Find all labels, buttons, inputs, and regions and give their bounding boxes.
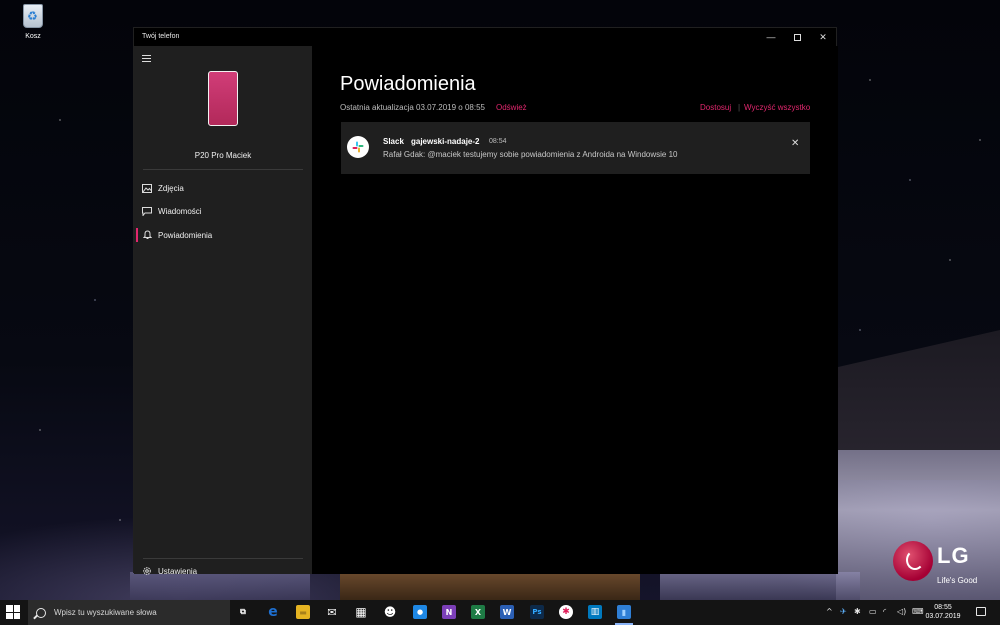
task-view-icon[interactable]: ⧉ <box>236 605 250 619</box>
sidebar-item-label: Ustawienia <box>158 566 198 576</box>
minimize-button[interactable]: — <box>758 28 784 46</box>
photos-icon <box>142 183 152 193</box>
wallpaper-pier <box>340 572 640 600</box>
your-phone-icon[interactable]: ▮ <box>617 605 631 619</box>
excel-icon[interactable]: X <box>471 605 485 619</box>
sidebar-item-settings[interactable]: Ustawienia <box>134 564 312 578</box>
desktop-recycle-bin[interactable]: Kosz <box>16 4 50 40</box>
lg-logo-text: LG <box>937 543 970 568</box>
onenote-icon[interactable]: N <box>442 605 456 619</box>
sidebar: P20 Pro Maciek Zdjęcia Wiadomości Powiad… <box>134 46 312 576</box>
device-name: P20 Pro Maciek <box>194 151 252 160</box>
lg-tagline: Life's Good <box>937 576 978 585</box>
edge-icon[interactable]: e <box>266 604 280 620</box>
notifications-pane: Powiadomienia Ostatnia aktualizacja 03.0… <box>312 46 838 574</box>
last-updated-text: Ostatnia aktualizacja 03.07.2019 o 08:55 <box>340 103 485 112</box>
sidebar-item-label: Wiadomości <box>158 206 202 216</box>
action-center-icon[interactable] <box>976 607 986 616</box>
sidebar-item-photos[interactable]: Zdjęcia <box>134 178 312 198</box>
sidebar-item-label: Zdjęcia <box>158 183 184 193</box>
people-icon[interactable]: ☻ <box>383 605 397 619</box>
file-explorer-icon[interactable]: ▬ <box>296 605 310 619</box>
notification-channel: gajewski-nadaje-2 <box>411 137 480 146</box>
taskbar-search-box[interactable]: Wpisz tu wyszukiwane słowa <box>28 600 230 625</box>
hamburger-menu-icon[interactable] <box>142 55 151 64</box>
window-titlebar[interactable]: Twój telefon — ✕ <box>134 28 836 46</box>
clock-time: 08:55 <box>934 604 952 611</box>
lg-logo-icon <box>893 541 933 581</box>
taskbar-clock[interactable]: 08:55 03.07.2019 <box>922 603 964 621</box>
sidebar-divider <box>143 169 303 170</box>
messages-icon <box>142 206 152 216</box>
sidebar-item-messages[interactable]: Wiadomości <box>134 201 312 221</box>
bell-icon <box>142 230 152 240</box>
word-icon[interactable]: W <box>500 605 514 619</box>
slack-tray-icon[interactable]: ✱ <box>854 607 861 616</box>
notification-app-name: Slack <box>383 137 404 146</box>
dismiss-notification-button[interactable]: ✕ <box>791 138 799 149</box>
trello-icon[interactable]: ▥ <box>588 605 602 619</box>
your-phone-window: Twój telefon — ✕ P20 Pro Maciek Zdjęcia … <box>133 27 838 576</box>
start-button[interactable] <box>6 605 20 619</box>
calendar-icon[interactable]: ▦ <box>354 605 368 619</box>
window-title: Twój telefon <box>142 33 180 40</box>
mail-icon[interactable]: ✉ <box>325 605 339 619</box>
show-hidden-icons-button[interactable]: ^ <box>826 607 833 616</box>
recycle-bin-icon <box>23 4 43 28</box>
clock-date: 03.07.2019 <box>925 613 961 620</box>
sidebar-item-label: Powiadomienia <box>158 230 213 240</box>
recycle-bin-label: Kosz <box>25 33 41 40</box>
refresh-link[interactable]: Odśwież <box>496 103 527 112</box>
wallpaper-ground-right <box>660 572 860 600</box>
page-title: Powiadomienia <box>340 73 476 95</box>
network-icon[interactable]: ◜ <box>883 607 886 616</box>
telegram-tray-icon[interactable]: ✈ <box>840 607 847 616</box>
link-separator: | <box>738 103 741 112</box>
photoshop-icon[interactable]: Ps <box>530 605 544 619</box>
search-icon <box>36 607 46 618</box>
search-placeholder: Wpisz tu wyszukiwane słowa <box>54 608 157 617</box>
maximize-icon <box>793 33 801 41</box>
taskbar: Wpisz tu wyszukiwane słowa ⧉ e ▬ ✉ ▦ ☻ ●… <box>0 600 1000 625</box>
lg-logo: LG Life's Good <box>893 537 993 589</box>
close-window-button[interactable]: ✕ <box>810 28 836 46</box>
slack-icon[interactable]: ✱ <box>559 605 573 619</box>
sidebar-divider <box>143 558 303 559</box>
notification-card[interactable]: Slack gajewski-nadaje-2 08:54 Rafał Gdak… <box>341 122 810 174</box>
customize-link[interactable]: Dostosuj <box>700 103 731 112</box>
phone-device-icon <box>208 71 238 126</box>
battery-icon[interactable]: ▭ <box>869 607 877 616</box>
sidebar-item-notifications[interactable]: Powiadomienia <box>134 225 312 245</box>
slack-icon <box>347 136 369 158</box>
notification-body: Rafał Gdak: @maciek testujemy sobie powi… <box>383 150 678 159</box>
clear-all-link[interactable]: Wyczyść wszystko <box>744 103 810 112</box>
volume-icon[interactable]: ◁) <box>897 607 906 616</box>
notification-time: 08:54 <box>489 138 507 145</box>
messenger-icon[interactable]: ● <box>413 605 427 619</box>
maximize-button[interactable] <box>784 28 810 46</box>
gear-icon <box>142 566 152 576</box>
